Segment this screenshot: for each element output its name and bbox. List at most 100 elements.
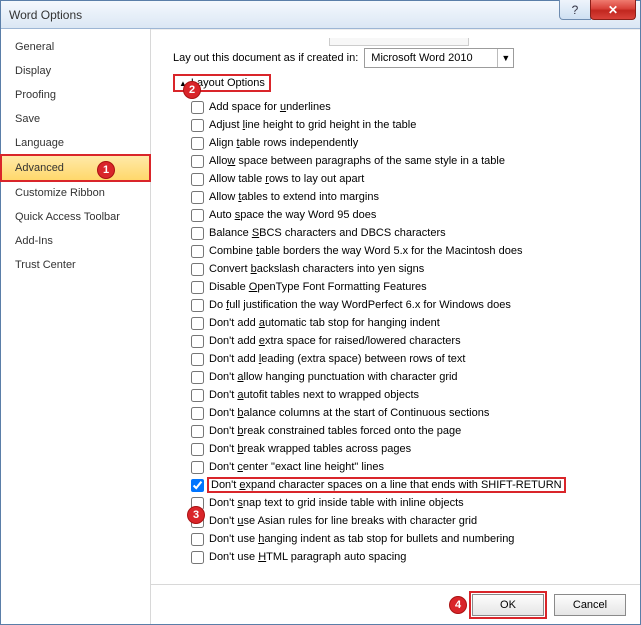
layout-option-label[interactable]: Allow table rows to lay out apart — [209, 173, 364, 185]
layout-option-label[interactable]: Allow tables to extend into margins — [209, 191, 379, 203]
layout-option-row: Don't balance columns at the start of Co… — [191, 404, 632, 422]
sidebar-item-customize-ribbon[interactable]: Customize Ribbon — [1, 181, 150, 205]
layout-option-label[interactable]: Don't break wrapped tables across pages — [209, 443, 411, 455]
compat-select[interactable]: Microsoft Word 2010 ▼ — [364, 48, 514, 68]
sidebar-item-proofing[interactable]: Proofing — [1, 83, 150, 107]
layout-option-label[interactable]: Combine table borders the way Word 5.x f… — [209, 245, 522, 257]
layout-option-row: Don't allow hanging punctuation with cha… — [191, 368, 632, 386]
options-scroll-area[interactable]: Lay out this document as if created in: … — [151, 29, 640, 584]
layout-option-label[interactable]: Don't break constrained tables forced on… — [209, 425, 461, 437]
compat-select-value: Microsoft Word 2010 — [371, 52, 472, 64]
sidebar-item-general[interactable]: General — [1, 35, 150, 59]
layout-option-row: Allow table rows to lay out apart — [191, 170, 632, 188]
layout-option-label[interactable]: Don't expand character spaces on a line … — [209, 479, 564, 491]
layout-option-row: Don't add automatic tab stop for hanging… — [191, 314, 632, 332]
layout-option-checkbox[interactable] — [191, 119, 204, 132]
layout-option-checkbox[interactable] — [191, 227, 204, 240]
layout-option-row: Don't add extra space for raised/lowered… — [191, 332, 632, 350]
annotation-2: 2 — [183, 81, 201, 99]
layout-option-checkbox[interactable] — [191, 353, 204, 366]
layout-option-row: Balance SBCS characters and DBCS charact… — [191, 224, 632, 242]
layout-option-label[interactable]: Disable OpenType Font Formatting Feature… — [209, 281, 427, 293]
layout-option-label[interactable]: Don't balance columns at the start of Co… — [209, 407, 489, 419]
help-button[interactable]: ? — [559, 0, 591, 20]
layout-option-checkbox[interactable] — [191, 479, 204, 492]
layout-option-checkbox[interactable] — [191, 425, 204, 438]
layout-option-checkbox[interactable] — [191, 155, 204, 168]
chevron-down-icon: ▼ — [497, 49, 513, 67]
layout-option-label[interactable]: Allow space between paragraphs of the sa… — [209, 155, 505, 167]
partial-tab-fragment — [329, 38, 469, 46]
layout-option-label[interactable]: Balance SBCS characters and DBCS charact… — [209, 227, 446, 239]
layout-option-label[interactable]: Don't use Asian rules for line breaks wi… — [209, 515, 477, 527]
layout-option-checkbox[interactable] — [191, 263, 204, 276]
layout-option-checkbox[interactable] — [191, 245, 204, 258]
layout-option-checkbox[interactable] — [191, 317, 204, 330]
dialog-footer: OK Cancel — [151, 584, 640, 624]
layout-option-row: Do full justification the way WordPerfec… — [191, 296, 632, 314]
layout-option-checkbox[interactable] — [191, 533, 204, 546]
layout-option-label[interactable]: Don't autofit tables next to wrapped obj… — [209, 389, 419, 401]
layout-option-label[interactable]: Adjust line height to grid height in the… — [209, 119, 416, 131]
layout-option-label[interactable]: Don't use HTML paragraph auto spacing — [209, 551, 406, 563]
layout-option-label[interactable]: Don't center "exact line height" lines — [209, 461, 384, 473]
layout-option-label[interactable]: Don't use hanging indent as tab stop for… — [209, 533, 514, 545]
layout-option-label[interactable]: Don't add automatic tab stop for hanging… — [209, 317, 440, 329]
layout-option-checkbox[interactable] — [191, 209, 204, 222]
layout-option-row: Don't add leading (extra space) between … — [191, 350, 632, 368]
layout-option-row: Don't use HTML paragraph auto spacing — [191, 548, 632, 566]
layout-option-row: Don't center "exact line height" lines — [191, 458, 632, 476]
sidebar-item-quick-access-toolbar[interactable]: Quick Access Toolbar — [1, 205, 150, 229]
layout-option-row: Don't break wrapped tables across pages — [191, 440, 632, 458]
layout-option-checkbox[interactable] — [191, 443, 204, 456]
layout-option-checkbox[interactable] — [191, 299, 204, 312]
compat-label: Lay out this document as if created in: — [173, 52, 358, 64]
layout-option-checkbox[interactable] — [191, 335, 204, 348]
layout-option-label[interactable]: Don't add extra space for raised/lowered… — [209, 335, 461, 347]
layout-option-row: Don't autofit tables next to wrapped obj… — [191, 386, 632, 404]
sidebar-item-trust-center[interactable]: Trust Center — [1, 253, 150, 277]
layout-option-checkbox[interactable] — [191, 551, 204, 564]
layout-option-row: Adjust line height to grid height in the… — [191, 116, 632, 134]
sidebar-item-advanced[interactable]: Advanced — [1, 155, 150, 181]
layout-options-list: Add space for underlines Adjust line heig… — [191, 98, 632, 566]
sidebar-item-save[interactable]: Save — [1, 107, 150, 131]
layout-option-row: Allow tables to extend into margins — [191, 188, 632, 206]
sidebar-item-add-ins[interactable]: Add-Ins — [1, 229, 150, 253]
layout-option-row: Allow space between paragraphs of the sa… — [191, 152, 632, 170]
layout-option-checkbox[interactable] — [191, 389, 204, 402]
layout-option-checkbox[interactable] — [191, 191, 204, 204]
word-options-dialog: 1 2 3 4 Word Options ? ✕ GeneralDisplayP… — [0, 0, 641, 625]
layout-option-label[interactable]: Convert backslash characters into yen si… — [209, 263, 424, 275]
layout-option-checkbox[interactable] — [191, 101, 204, 114]
layout-option-checkbox[interactable] — [191, 281, 204, 294]
layout-option-row: Align table rows independently — [191, 134, 632, 152]
sidebar-item-display[interactable]: Display — [1, 59, 150, 83]
cancel-button[interactable]: Cancel — [554, 594, 626, 616]
layout-option-label[interactable]: Align table rows independently — [209, 137, 358, 149]
sidebar-item-language[interactable]: Language — [1, 131, 150, 155]
layout-option-row: Add space for underlines — [191, 98, 632, 116]
layout-option-row: Don't use Asian rules for line breaks wi… — [191, 512, 632, 530]
layout-option-checkbox[interactable] — [191, 137, 204, 150]
layout-option-label[interactable]: Don't allow hanging punctuation with cha… — [209, 371, 458, 383]
layout-option-label[interactable]: Don't snap text to grid inside table wit… — [209, 497, 464, 509]
layout-option-row: Auto space the way Word 95 does — [191, 206, 632, 224]
sidebar: GeneralDisplayProofingSaveLanguageAdvanc… — [1, 29, 151, 624]
layout-option-checkbox[interactable] — [191, 173, 204, 186]
annotation-1: 1 — [97, 161, 115, 179]
layout-option-label[interactable]: Add space for underlines — [209, 101, 331, 113]
window-title: Word Options — [9, 8, 82, 22]
layout-option-checkbox[interactable] — [191, 461, 204, 474]
layout-option-label[interactable]: Do full justification the way WordPerfec… — [209, 299, 511, 311]
layout-option-row: Combine table borders the way Word 5.x f… — [191, 242, 632, 260]
close-button[interactable]: ✕ — [590, 0, 636, 20]
layout-option-row: Don't snap text to grid inside table wit… — [191, 494, 632, 512]
layout-option-label[interactable]: Don't add leading (extra space) between … — [209, 353, 466, 365]
titlebar: Word Options ? ✕ — [1, 1, 640, 29]
ok-button[interactable]: OK — [472, 594, 544, 616]
layout-option-label[interactable]: Auto space the way Word 95 does — [209, 209, 376, 221]
layout-option-row: Don't expand character spaces on a line … — [191, 476, 632, 494]
layout-option-checkbox[interactable] — [191, 371, 204, 384]
layout-option-checkbox[interactable] — [191, 407, 204, 420]
